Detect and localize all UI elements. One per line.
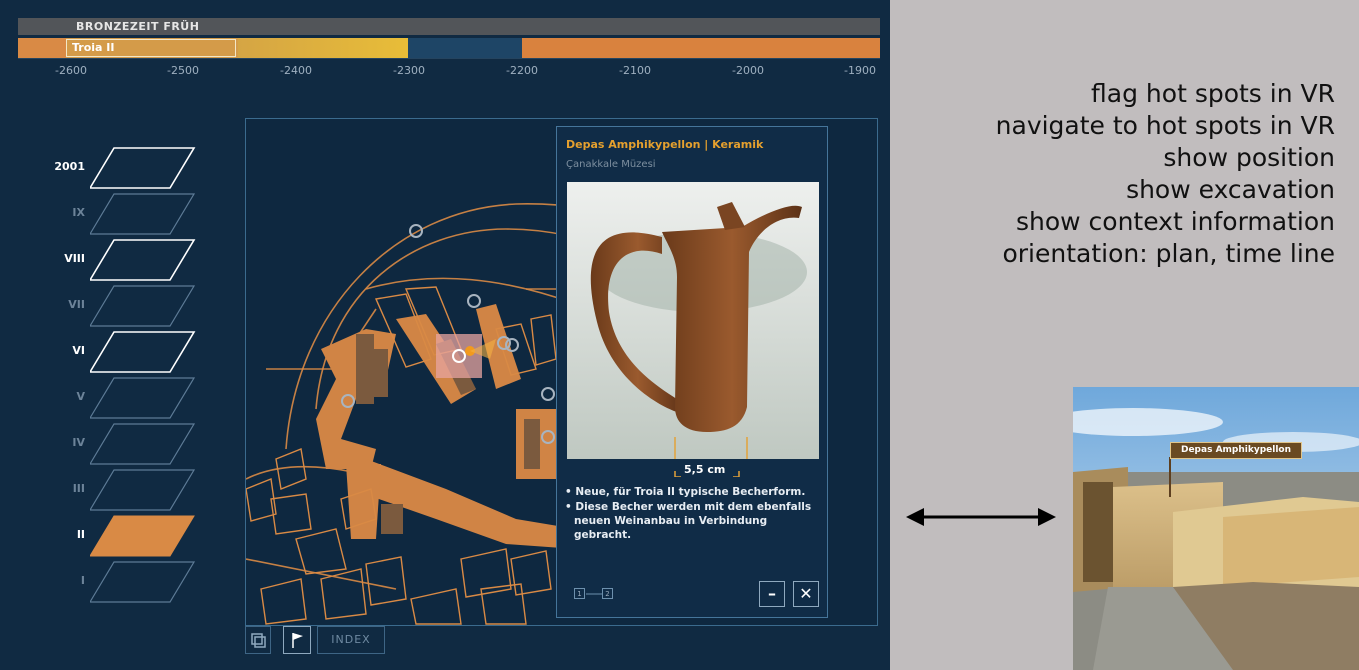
feature-item: flag hot spots in VR: [1091, 79, 1335, 108]
artifact-location: Çanakkale Müzesi: [566, 159, 656, 170]
description-bullet: • Neue, für Troia II typische Becherform…: [565, 486, 806, 498]
layer-label: II: [76, 528, 85, 541]
layer-label: III: [72, 482, 85, 495]
artifact-info-popup: Depas Amphikypellon | Keramik Çanakkale …: [556, 126, 828, 618]
layer-label: V: [76, 390, 85, 403]
layer-label: 2001: [54, 160, 85, 173]
double-arrow-icon: [906, 508, 1056, 526]
layers-toggle-button[interactable]: [245, 626, 271, 654]
layer-label: IX: [72, 206, 85, 219]
vr-guide-panel: BRONZEZEIT FRÜH Troia II -2600 -2500 -24…: [0, 0, 890, 670]
period-segment[interactable]: [238, 38, 408, 58]
layer-label: VIII: [64, 252, 85, 265]
axis-tick: -1900: [844, 64, 876, 77]
axis-tick: -2200: [506, 64, 538, 77]
flag-icon: [292, 633, 303, 648]
minimize-button[interactable]: –: [759, 581, 785, 607]
feature-item: show position: [1163, 143, 1335, 172]
layer-plane-icon[interactable]: [90, 192, 200, 236]
layer-plane-icon[interactable]: [90, 284, 200, 328]
axis-tick: -2600: [55, 64, 87, 77]
layer-plane-icon[interactable]: [90, 514, 200, 558]
feature-item: orientation: plan, time line: [1002, 239, 1335, 268]
feature-item: navigate to hot spots in VR: [995, 111, 1335, 140]
period-segment[interactable]: [18, 38, 66, 58]
layer-plane-icon[interactable]: [90, 238, 200, 282]
layer-plane-icon[interactable]: [90, 560, 200, 604]
era-bar: BRONZEZEIT FRÜH: [18, 18, 880, 35]
layers-icon: [251, 633, 266, 648]
axis-tick: -2300: [393, 64, 425, 77]
artifact-title: Depas Amphikypellon | Keramik: [566, 138, 764, 151]
layer-label: VI: [72, 344, 85, 357]
layer-item-v[interactable]: V: [30, 376, 210, 420]
layer-plane-icon[interactable]: [90, 330, 200, 374]
layer-plane-icon[interactable]: [90, 468, 200, 512]
vr-view[interactable]: [1073, 387, 1359, 670]
layer-item-2001[interactable]: 2001: [30, 146, 210, 190]
layer-plane-icon[interactable]: [90, 146, 200, 190]
era-label: BRONZEZEIT FRÜH: [76, 20, 200, 33]
feature-list: flag hot spots in VR navigate to hot spo…: [996, 78, 1335, 270]
axis-tick: -2500: [167, 64, 199, 77]
index-button[interactable]: INDEX: [317, 626, 385, 654]
feature-item: show context information: [1015, 207, 1335, 236]
axis-tick: -2400: [280, 64, 312, 77]
selected-period-label[interactable]: Troia II: [66, 39, 236, 57]
layer-item-vii[interactable]: VII: [30, 284, 210, 328]
artifact-description: • Neue, für Troia II typische Becherform…: [565, 485, 815, 543]
layer-item-ix[interactable]: IX: [30, 192, 210, 236]
layer-selector: 2001 IX VIII VII VI V IV III II I: [30, 140, 210, 610]
layer-plane-icon[interactable]: [90, 376, 200, 420]
page-button-1[interactable]: 1: [574, 588, 585, 599]
layer-item-iv[interactable]: IV: [30, 422, 210, 466]
layer-item-i[interactable]: I: [30, 560, 210, 604]
layer-label: VII: [68, 298, 85, 311]
layer-item-vi[interactable]: VI: [30, 330, 210, 374]
layer-plane-icon[interactable]: [90, 422, 200, 466]
close-button[interactable]: ✕: [793, 581, 819, 607]
page-button-2[interactable]: 2: [602, 588, 613, 599]
layer-item-iii[interactable]: III: [30, 468, 210, 512]
axis-tick: -2000: [732, 64, 764, 77]
artifact-photo: [567, 182, 819, 459]
period-segment[interactable]: [522, 38, 880, 58]
layer-item-ii[interactable]: II: [30, 514, 210, 558]
flag-button[interactable]: [283, 626, 311, 654]
vr-hotspot-label[interactable]: Depas Amphikypellon: [1170, 442, 1302, 459]
description-bullet: • Diese Becher werden mit dem ebenfalls …: [565, 501, 812, 541]
layer-label: IV: [72, 436, 85, 449]
time-axis: -2600 -2500 -2400 -2300 -2200 -2100 -200…: [18, 58, 880, 82]
period-segment[interactable]: [408, 38, 522, 58]
layer-item-viii[interactable]: VIII: [30, 238, 210, 282]
axis-tick: -2100: [619, 64, 651, 77]
feature-item: show excavation: [1126, 175, 1335, 204]
layer-label: I: [80, 574, 85, 587]
